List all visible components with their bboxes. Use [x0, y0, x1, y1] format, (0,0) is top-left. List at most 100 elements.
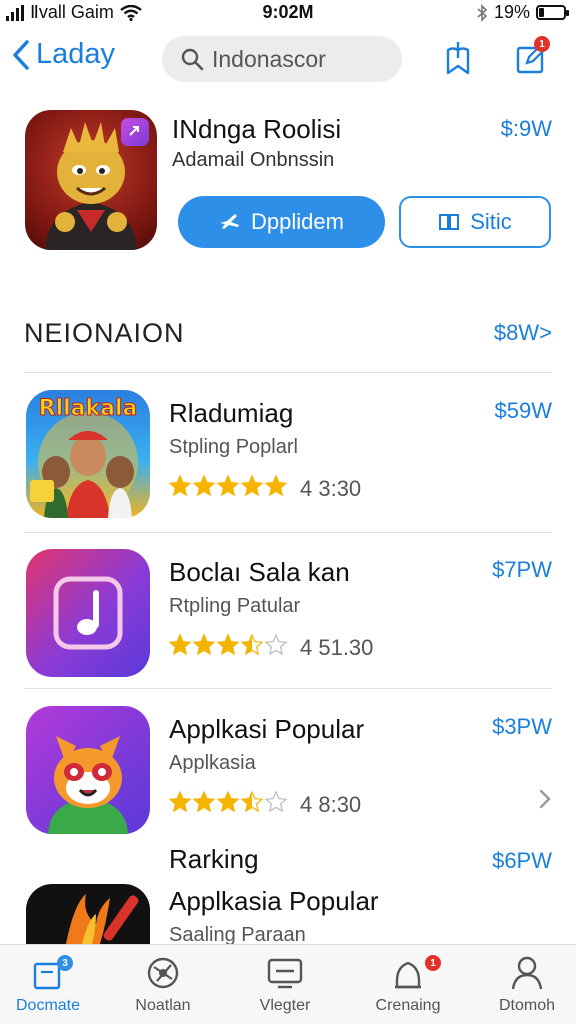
book-icon: [439, 214, 460, 230]
tab-badge: 3: [57, 955, 73, 971]
star-icon: [192, 633, 216, 656]
app-icon-fox: [26, 706, 150, 834]
chevron-left-icon: [13, 39, 29, 70]
section-see-all-link[interactable]: $8W>: [494, 320, 552, 346]
app-price-button[interactable]: $3PW: [492, 714, 552, 740]
status-bar: Ⅱvall Gaim 9:02M 19%: [0, 0, 576, 26]
search-input[interactable]: Indonascor: [162, 36, 402, 82]
fox-artwork: [48, 736, 128, 834]
tab-label: Crenaing: [375, 997, 441, 1014]
featured-get-button[interactable]: Dpplidem: [178, 196, 385, 248]
featured-secondary-label: Sitic: [470, 209, 512, 234]
divider: [24, 532, 552, 533]
tab-games[interactable]: Noatlan: [108, 953, 218, 1015]
search-icon: [181, 48, 204, 71]
section-title: NEIONAION: [24, 318, 185, 348]
compose-badge: 1: [534, 36, 550, 52]
music-note-icon: [53, 576, 123, 650]
app-title: Applkasia Popular: [169, 886, 379, 916]
tab-label: Noatlan: [135, 997, 191, 1014]
tab-label: Dtomoh: [498, 997, 556, 1014]
star-icon: [264, 633, 288, 656]
tab-updates[interactable]: 1 Crenaing: [353, 953, 463, 1015]
app-rating: 4 3:30: [168, 474, 361, 503]
app-icon-dark: [26, 884, 150, 944]
featured-price[interactable]: $:9W: [501, 116, 552, 142]
app-rating: 4 8:30: [168, 790, 361, 819]
tab-label: Docmate: [15, 997, 81, 1014]
app-icon-music: [26, 549, 150, 677]
rating-value: 4 8:30: [300, 791, 362, 817]
star-icon: [192, 474, 216, 497]
updates-icon: [395, 961, 421, 989]
featured-app: INdnga Roolisi Adamail Onbnssin $:9W Dpp…: [0, 108, 576, 258]
app-price-button[interactable]: $6PW: [492, 848, 552, 874]
app-subtitle: Applkasia: [169, 752, 256, 774]
divider: [24, 372, 552, 373]
app-subtitle: Saaling Paraan: [169, 924, 306, 944]
star-icon: [216, 790, 240, 813]
plane-icon: [220, 214, 240, 229]
tab-badge: 1: [425, 955, 441, 971]
chevron-right-icon[interactable]: [538, 788, 552, 810]
divider: [24, 688, 552, 689]
section-header: NEIONAION $8W>: [24, 318, 552, 358]
compose-button[interactable]: 1: [512, 36, 552, 78]
account-icon: [511, 956, 543, 990]
app-title: Rladumiag: [169, 398, 294, 428]
featured-badge-icon: [121, 118, 149, 146]
tab-today[interactable]: 3 Docmate: [0, 953, 103, 1015]
app-icon-logo-text: Rllakala: [38, 396, 138, 422]
star-icon: [168, 474, 192, 497]
app-subtitle: Rtpling Patular: [169, 595, 301, 617]
battery-percent: 19%: [493, 2, 530, 22]
battery-fill: [539, 8, 544, 17]
back-button[interactable]: Laday: [12, 38, 115, 71]
tab-account[interactable]: Dtomoh: [472, 953, 576, 1015]
list-item[interactable]: Boclaı Sala kan Rtpling Patular 4 51.30 …: [0, 549, 576, 689]
apps-icon: [267, 958, 303, 989]
star-icon: [192, 790, 216, 813]
star-icon: [168, 633, 192, 656]
app-price-button[interactable]: $59W: [495, 398, 552, 424]
star-rating-icon: [168, 633, 288, 662]
rating-value: 4 3:30: [300, 475, 362, 501]
tab-label: Vlegter: [259, 997, 311, 1014]
tab-apps[interactable]: Vlegter: [230, 953, 340, 1015]
app-subtitle: Stpling Poplarl: [169, 436, 298, 458]
star-icon: [264, 474, 288, 497]
star-rating-icon: [168, 790, 288, 819]
bookmark-button[interactable]: [438, 38, 478, 78]
list-item[interactable]: Applkasia Popular Saaling Paraan: [0, 884, 576, 944]
status-right: 19%: [476, 2, 569, 23]
tab-bar: 3 Docmate Noatlan Vlegter 1 Crenaing Dto…: [0, 944, 576, 1024]
featured-get-label: Dpplidem: [251, 209, 344, 234]
games-icon: [147, 957, 179, 989]
star-rating-icon: [168, 474, 288, 503]
featured-title: INdnga Roolisi: [172, 114, 342, 144]
star-icon: [240, 790, 264, 813]
star-icon: [264, 790, 288, 813]
featured-secondary-button[interactable]: Sitic: [399, 196, 551, 248]
back-label: Laday: [36, 38, 116, 70]
battery-icon: [536, 5, 569, 20]
star-icon: [240, 474, 264, 497]
star-icon: [240, 633, 264, 656]
app-title: Applkasi Popular: [169, 714, 365, 744]
ranking-heading: Rarking: [169, 844, 259, 874]
bluetooth-icon: [477, 3, 488, 22]
app-price-button[interactable]: $7PW: [492, 557, 552, 583]
star-icon: [168, 790, 192, 813]
star-icon: [216, 474, 240, 497]
featured-app-icon[interactable]: [25, 110, 157, 250]
star-icon: [216, 633, 240, 656]
app-title: Boclaı Sala kan: [169, 557, 350, 587]
rating-value: 4 51.30: [300, 634, 374, 660]
list-item[interactable]: Rllakala Rladumiag Stpling Poplarl 4 3:3…: [0, 390, 576, 530]
app-icon-game: Rllakala: [26, 390, 150, 518]
featured-subtitle: Adamail Onbnssin: [172, 149, 335, 171]
bookmark-icon: [446, 42, 470, 75]
app-rating: 4 51.30: [168, 633, 373, 662]
list-item[interactable]: Applkasi Popular Applkasia 4 8:30 $3PW: [0, 706, 576, 846]
search-placeholder: Indonascor: [212, 45, 326, 72]
